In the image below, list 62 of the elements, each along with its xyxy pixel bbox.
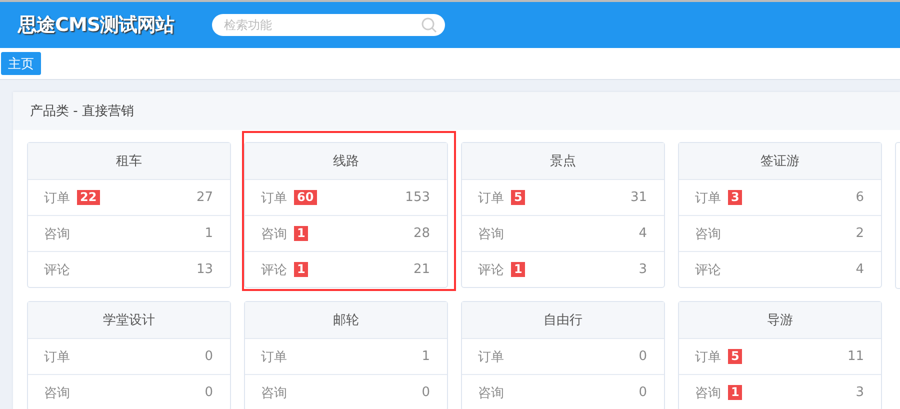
row-label[interactable]: 评论 [44,260,70,278]
row-count: 3 [856,385,864,400]
row-count: 0 [422,385,430,400]
row-label[interactable]: 订单 [695,348,721,366]
row-count: 153 [405,190,430,205]
row-label[interactable]: 订单 [44,348,70,366]
row-label[interactable]: 订单 [261,188,287,206]
count-badge: 5 [511,190,526,205]
row-label[interactable]: 评论 [261,260,287,278]
count-badge: 1 [294,226,308,241]
card-title: 邮轮 [333,312,359,329]
row-count: 13 [196,262,213,277]
row-label[interactable]: 咨询 [695,224,721,242]
row-label[interactable]: 咨询 [44,224,70,242]
card-title: 租车 [116,153,142,170]
card-title: 签证游 [760,153,800,170]
count-badge: 1 [511,262,526,277]
row-count: 0 [638,349,647,364]
row-count: 0 [204,349,213,364]
count-badge: 3 [728,190,742,205]
count-badge: 1 [294,262,308,277]
card-title: 线路 [333,153,359,170]
row-count: 21 [413,262,430,277]
row-count: 6 [856,190,864,205]
row-count: 0 [204,385,213,400]
row-label[interactable]: 咨询 [261,224,287,242]
row-label[interactable]: 订单 [44,188,70,206]
search-field[interactable]: 检索功能 [212,14,446,36]
row-label[interactable]: 订单 [478,348,504,366]
card-title: 景点 [550,153,576,170]
row-count: 1 [422,349,430,364]
count-badge: 22 [77,190,100,205]
card-title: 自由行 [544,312,582,329]
row-count: 2 [856,226,864,241]
row-count: 4 [638,226,647,241]
row-label[interactable]: 咨询 [478,384,504,402]
panel-title: 产品类 - 直接营销 [30,103,134,120]
row-count: 31 [630,190,647,205]
row-label[interactable]: 咨询 [695,384,721,402]
row-count: 28 [413,226,430,241]
row-label[interactable]: 订单 [695,188,721,206]
row-label[interactable]: 咨询 [478,224,504,242]
row-label[interactable]: 订单 [261,348,287,366]
search-icon [421,17,438,33]
row-label[interactable]: 咨询 [261,384,287,402]
home-tab[interactable]: 主页 [1,52,41,75]
card-title: 学堂设计 [103,312,155,329]
row-label[interactable]: 咨询 [44,384,70,402]
row-label[interactable]: 评论 [695,260,721,278]
row-count: 11 [847,349,864,364]
row-count: 4 [856,262,864,277]
count-badge: 60 [294,190,317,205]
count-badge: 1 [728,385,742,400]
row-count: 0 [638,385,647,400]
row-count: 3 [638,262,647,277]
card-title: 导游 [767,312,793,329]
row-count: 27 [196,190,213,205]
site-title: 思途CMS测试网站 [18,13,174,38]
row-count: 1 [204,226,213,241]
row-label[interactable]: 订单 [478,188,504,206]
row-label[interactable]: 评论 [478,260,504,278]
count-badge: 5 [728,349,742,364]
